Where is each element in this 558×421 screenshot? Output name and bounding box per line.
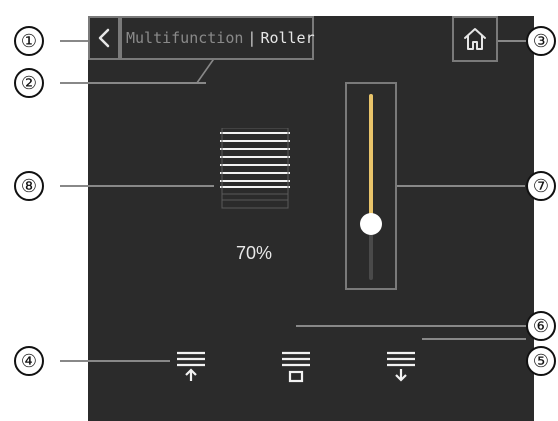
blind-position-value: 70% [235,243,273,263]
callout-8: ⑧ [14,171,44,201]
leader-line-5 [422,338,526,340]
position-slider[interactable] [345,82,397,290]
callout-4: ④ [14,346,44,376]
roller-blind-icon [220,128,290,209]
slider-fill [369,94,373,225]
back-button[interactable] [88,16,120,60]
blind-up-icon [177,351,205,381]
slider-knob[interactable] [360,213,382,236]
leader-line-6a [296,325,526,327]
callout-6: ⑥ [526,311,556,341]
breadcrumb-current: Roller [260,29,315,47]
breadcrumb-separator: | [247,29,257,47]
leader-line-4 [60,360,170,362]
leader-line-3 [498,40,526,42]
leader-line-1 [60,40,88,42]
callout-2: ② [14,68,44,98]
callout-5: ⑤ [526,346,556,376]
leader-line-2b [60,82,206,84]
blind-down-icon [387,351,415,382]
chevron-left-icon [98,28,110,48]
callout-3: ③ [526,26,556,56]
home-button[interactable] [452,16,498,62]
blind-stop-icon [282,351,310,383]
leader-line-8 [60,185,214,187]
stop-button[interactable] [276,346,316,386]
callout-1: ① [14,26,44,56]
close-button[interactable] [381,346,421,386]
breadcrumb-parent[interactable]: Multifunction [126,29,243,47]
open-button[interactable] [171,346,211,386]
breadcrumb: Multifunction | Roller [120,16,315,60]
home-icon [464,28,486,50]
callout-7: ⑦ [526,171,556,201]
leader-line-7 [397,185,525,187]
